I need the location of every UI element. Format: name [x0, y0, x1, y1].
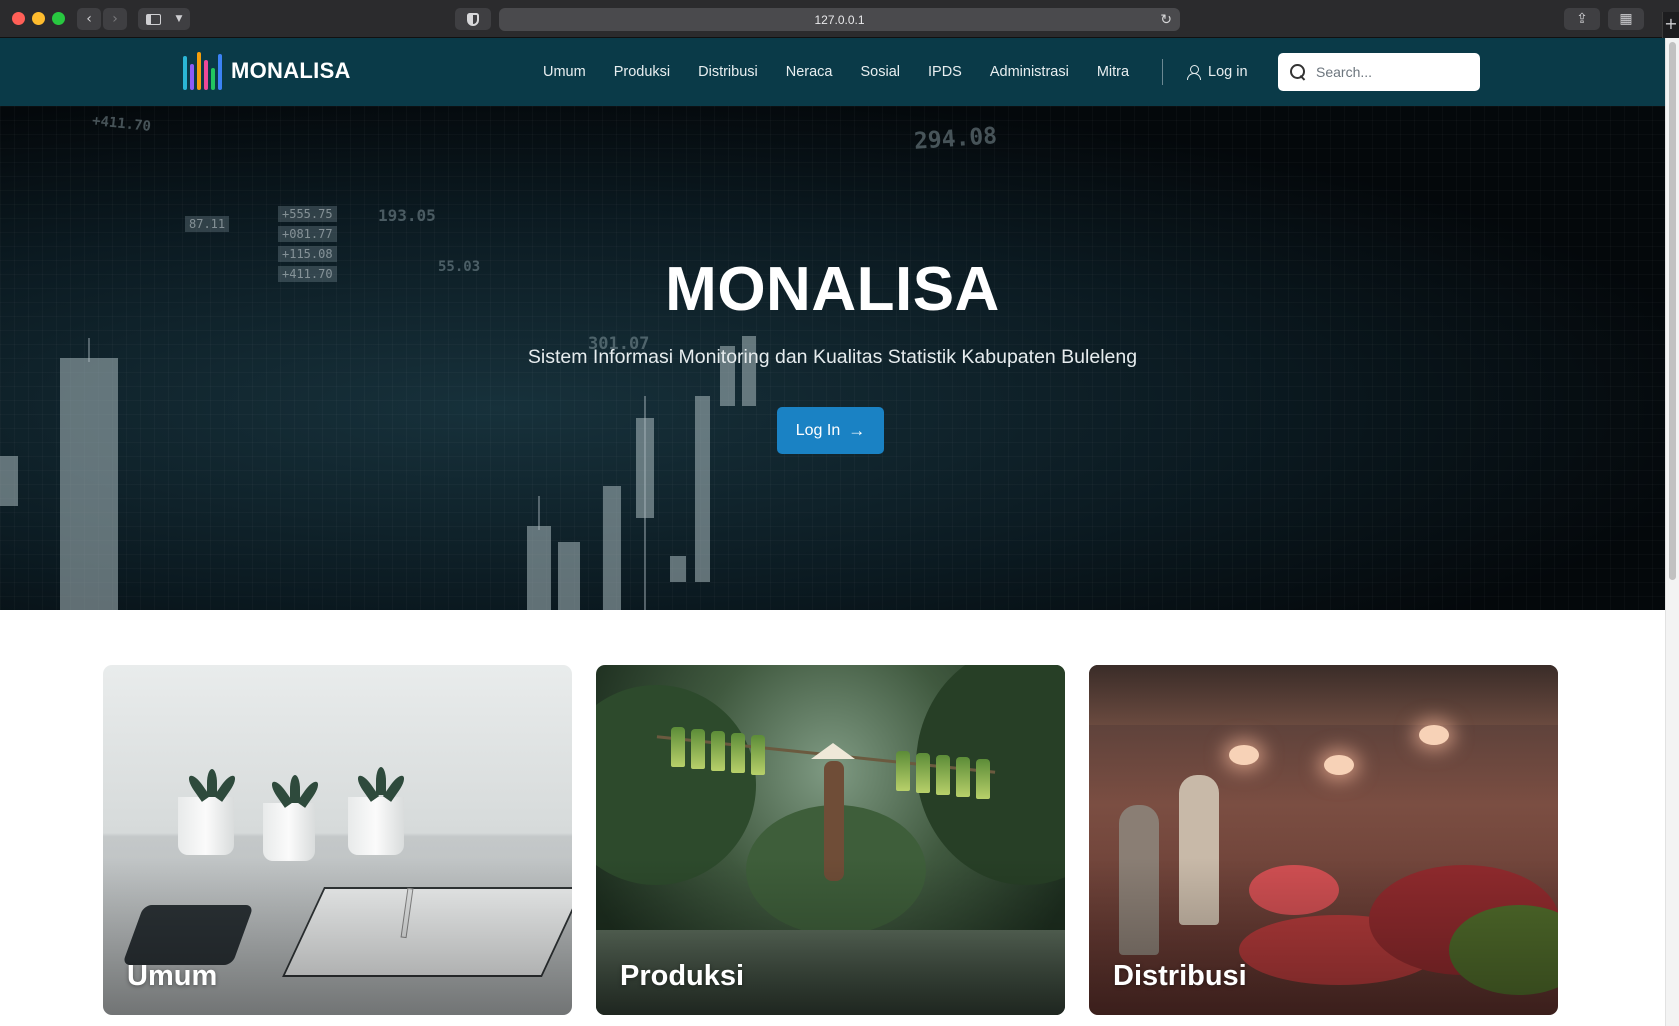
search-input[interactable] [1316, 64, 1466, 80]
category-card-produksi[interactable]: Produksi [596, 665, 1065, 1015]
address-bar[interactable]: 127.0.0.1 ↻ [499, 8, 1180, 31]
tab-overview-button[interactable]: ▦ [1608, 8, 1644, 30]
share-icon: ⇪ [1576, 11, 1588, 27]
nav-link-administrasi[interactable]: Administrasi [990, 64, 1069, 80]
ticker-value: 193.05 [378, 206, 436, 225]
user-icon [1187, 64, 1201, 80]
nav-link-produksi[interactable]: Produksi [614, 64, 670, 80]
nav-login-label: Log in [1208, 64, 1248, 80]
nav-link-neraca[interactable]: Neraca [786, 64, 833, 80]
category-cards: Umum Produksi Distribusi [103, 665, 1559, 1015]
logo-bars-icon [183, 52, 222, 90]
nav-link-umum[interactable]: Umum [543, 64, 586, 80]
sidebar-icon [145, 13, 161, 25]
hero-section: +411.70 294.08 193.05 +555.75 +081.77 +1… [0, 106, 1665, 610]
brand-name: MONALISA [231, 58, 351, 83]
brand-logo-link[interactable]: MONALISA [183, 52, 351, 90]
grid-icon: ▦ [1619, 11, 1633, 27]
reload-icon[interactable]: ↻ [1160, 11, 1172, 28]
chevron-right-icon: › [112, 11, 118, 27]
site-navbar: MONALISA Umum Produksi Distribusi Neraca… [0, 38, 1665, 106]
new-tab-button[interactable]: + [1662, 12, 1679, 38]
category-card-distribusi[interactable]: Distribusi [1089, 665, 1558, 1015]
shield-icon [467, 12, 479, 26]
share-button[interactable]: ⇪ [1564, 8, 1600, 30]
hero-title: MONALISA [665, 255, 1000, 324]
hero-subtitle: Sistem Informasi Monitoring dan Kualitas… [527, 346, 1138, 368]
ticker-chip: 87.11 [185, 216, 230, 232]
hero-login-label: Log In [795, 421, 841, 439]
chevron-left-icon: ‹ [86, 11, 92, 27]
back-button[interactable]: ‹ [77, 8, 101, 30]
ticker-chip: +555.75 [278, 206, 337, 222]
minimize-window-button[interactable] [32, 12, 45, 25]
nav-link-ipds[interactable]: IPDS [928, 64, 962, 80]
nav-link-sosial[interactable]: Sosial [861, 64, 901, 80]
search-icon [1290, 64, 1306, 80]
nav-login-link[interactable]: Log in [1187, 38, 1248, 106]
page-scrollbar[interactable] [1665, 38, 1679, 1026]
nav-menu: Umum Produksi Distribusi Neraca Sosial I… [543, 38, 1157, 106]
url-text: 127.0.0.1 [814, 12, 865, 27]
arrow-right-icon: → [848, 420, 866, 440]
maximize-window-button[interactable] [52, 12, 65, 25]
nav-link-distribusi[interactable]: Distribusi [698, 64, 758, 80]
browser-window: ‹ › ▼ 127.0.0.1 ↻ ⇪ ▦ + MONALISA Umum Pr… [0, 0, 1679, 1026]
hero-login-button[interactable]: Log In → [777, 407, 884, 454]
sidebar-toggle-button[interactable]: ▼ [138, 8, 190, 30]
nav-link-mitra[interactable]: Mitra [1097, 64, 1129, 80]
privacy-shield-button[interactable] [455, 8, 491, 30]
close-window-button[interactable] [12, 12, 25, 25]
category-card-umum[interactable]: Umum [103, 665, 572, 1015]
nav-divider [1162, 59, 1163, 85]
page-viewport: MONALISA Umum Produksi Distribusi Neraca… [0, 38, 1665, 1026]
scrollbar-thumb[interactable] [1669, 42, 1676, 580]
ticker-chip: +081.77 [278, 226, 337, 242]
forward-button[interactable]: › [103, 8, 127, 30]
chevron-down-icon: ▼ [175, 14, 183, 24]
card-label: Produksi [620, 960, 745, 992]
card-label: Umum [127, 960, 218, 992]
card-label: Distribusi [1113, 960, 1247, 992]
search-box[interactable] [1278, 53, 1480, 91]
browser-toolbar: ‹ › ▼ 127.0.0.1 ↻ ⇪ ▦ + [0, 0, 1679, 38]
